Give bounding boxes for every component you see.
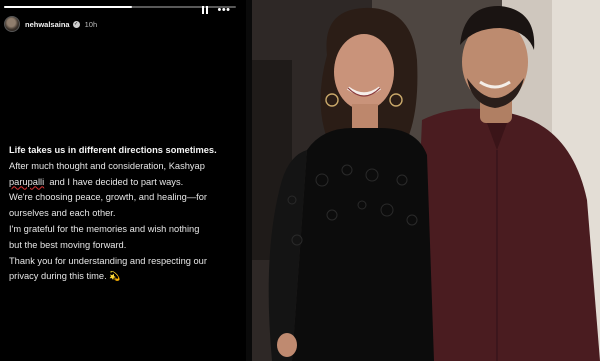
username[interactable]: nehwalsaina (25, 20, 70, 29)
mention-link[interactable]: parupalli (9, 177, 44, 187)
caption-line-text: and I have decided to part ways. (49, 176, 184, 187)
story-panel: nehwalsaina ✓ 10h ••• Life takes us in d… (0, 0, 246, 361)
caption-line: but the best moving forward. (9, 239, 127, 250)
more-icon[interactable]: ••• (216, 3, 232, 17)
couple-photo (252, 0, 600, 361)
caption-line: Thank you for understanding and respecti… (9, 255, 207, 266)
avatar[interactable] (4, 16, 20, 32)
caption-line: We're choosing peace, growth, and healin… (9, 192, 207, 203)
caption-line: Life takes us in different directions so… (9, 145, 217, 155)
pause-icon[interactable] (199, 3, 211, 17)
caption-line: ourselves and each other. (9, 208, 116, 219)
story-progress-fill (4, 6, 132, 8)
story-caption: Life takes us in different directions so… (9, 143, 243, 285)
caption-line: After much thought and consideration, Ka… (9, 160, 205, 171)
caption-line-text: privacy during this time. (9, 271, 107, 282)
verified-icon: ✓ (72, 20, 80, 28)
caption-line: I'm grateful for the memories and wish n… (9, 223, 200, 234)
caption-line: parupalli and I have decided to part way… (9, 175, 243, 191)
time-ago: 10h (84, 19, 98, 29)
sparkle-emoji-icon: 💫 (109, 271, 121, 282)
caption-line: privacy during this time. 💫 (9, 269, 243, 285)
story-header: nehwalsaina ✓ 10h (4, 14, 242, 34)
